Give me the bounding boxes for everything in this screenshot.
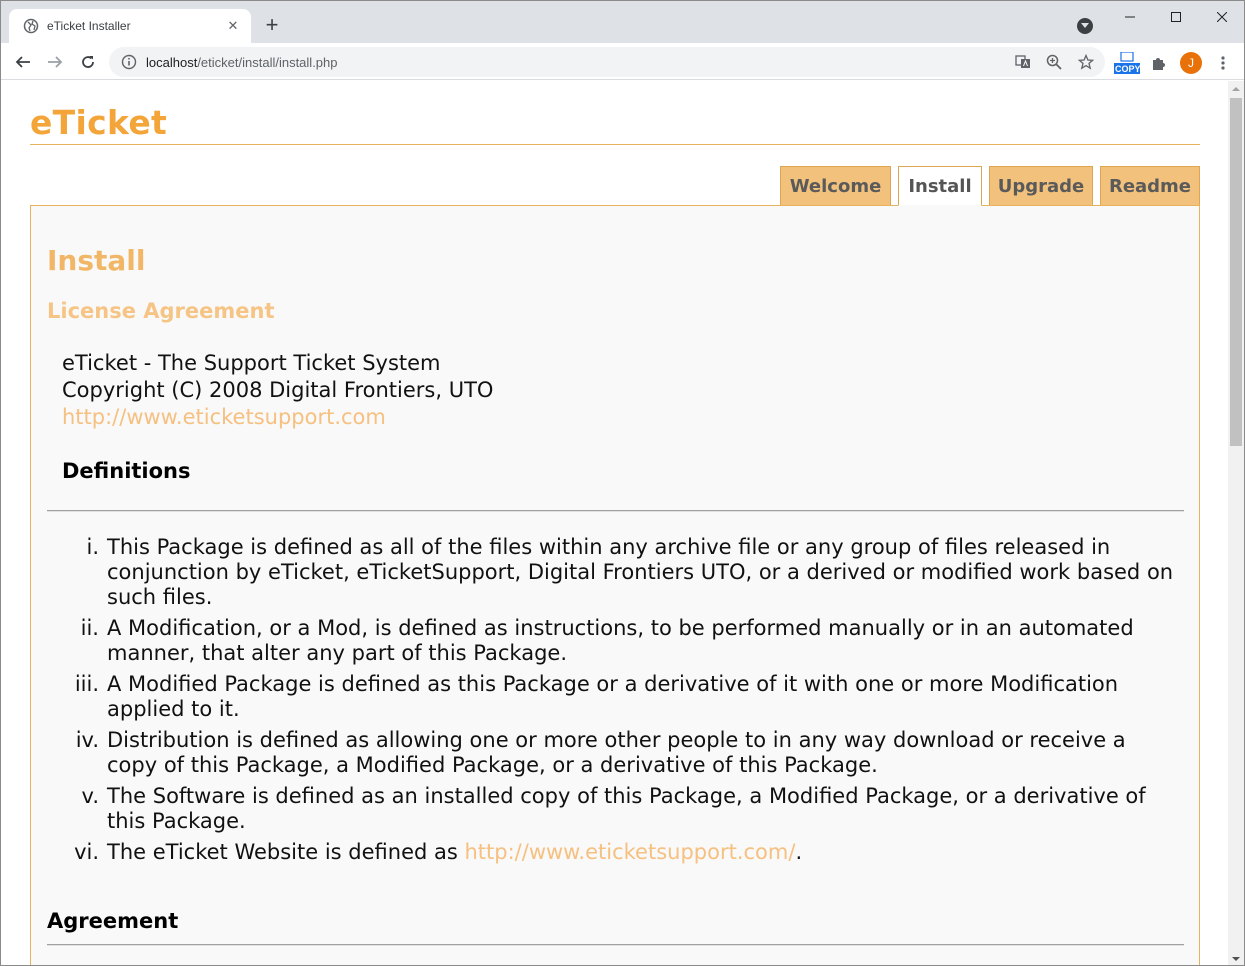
agreement-heading: Agreement [47, 909, 179, 933]
list-item-text-line: such files. [107, 585, 213, 609]
list-item-text-line: manner, that alter any part of this Pack… [107, 641, 567, 665]
tab-readme[interactable]: Readme [1100, 166, 1200, 206]
tab-upgrade[interactable]: Upgrade [989, 166, 1093, 206]
section-divider [47, 510, 1184, 512]
new-tab-button[interactable]: + [261, 14, 283, 37]
eticket-website-link[interactable]: http://www.eticketsupport.com/ [465, 840, 796, 864]
section-heading-license: License Agreement [47, 299, 275, 323]
list-item: i. This Package is defined as all of the… [86, 535, 1187, 610]
list-item-text-line: applied to it. [107, 697, 240, 721]
scroll-down-arrow-icon[interactable] [1228, 951, 1244, 965]
list-item-text-line: conjunction by eTicket, eTicketSupport, … [107, 560, 1174, 584]
profile-avatar[interactable]: J [1180, 52, 1202, 74]
title-bar: eTicket Installer ✕ + [1, 1, 1244, 43]
minimize-button[interactable] [1107, 1, 1153, 33]
list-item-text-line: A Modified Package is defined as this Pa… [107, 672, 1119, 696]
header-rule [30, 144, 1200, 145]
list-item-number: i. [86, 535, 99, 559]
url-host: localhost [146, 54, 198, 70]
url-path: /eticket/install/install.php [197, 54, 338, 70]
list-item-number: vi. [74, 840, 99, 864]
bookmark-star-icon[interactable] [1078, 54, 1094, 70]
list-item-text: The eTicket Website is defined as [107, 840, 465, 864]
address-bar[interactable]: localhost/eticket/install/install.php [109, 47, 1105, 77]
list-item-number: iv. [75, 728, 99, 752]
list-item: iii. A Modified Package is defined as th… [75, 672, 1187, 722]
list-item-text-line: The Software is defined as an installed … [107, 784, 1146, 808]
more-menu-icon[interactable] [1214, 52, 1232, 74]
scroll-up-arrow-icon[interactable] [1228, 81, 1244, 97]
site-logo[interactable]: eTicket [30, 103, 167, 142]
browser-toolbar: localhost/eticket/install/install.php CO… [1, 43, 1244, 80]
tab-search-icon[interactable] [1077, 18, 1093, 34]
browser-window: eTicket Installer ✕ + localhost/eticket/… [0, 0, 1245, 966]
copy-extension-icon[interactable]: COPY [1112, 52, 1142, 74]
list-item-text-line: This Package is defined as all of the fi… [107, 535, 1111, 559]
copy-extension-label: COPY [1115, 64, 1141, 74]
tab-close-icon[interactable]: ✕ [225, 18, 241, 34]
list-item-text-line: Distribution is defined as allowing one … [107, 728, 1126, 752]
list-item-text-line: A Modification, or a Mod, is defined as … [107, 616, 1134, 640]
content-panel: Install License Agreement eTicket - The … [30, 205, 1200, 965]
maximize-button[interactable] [1153, 1, 1199, 33]
globe-icon [23, 18, 39, 34]
page-title: Install [47, 244, 146, 277]
license-website-link[interactable]: http://www.eticketsupport.com [62, 405, 386, 429]
list-item: ii. A Modification, or a Mod, is defined… [81, 616, 1187, 666]
scrollbar-thumb[interactable] [1230, 98, 1242, 446]
list-item: vi. The eTicket Website is defined as ht… [74, 840, 1187, 865]
tab-install[interactable]: Install [898, 166, 982, 206]
extensions-puzzle-icon[interactable] [1150, 52, 1168, 74]
list-item-punctuation: . [795, 840, 803, 864]
forward-arrow-icon[interactable] [43, 50, 67, 74]
info-icon[interactable] [121, 54, 137, 70]
close-window-button[interactable] [1199, 1, 1244, 33]
vertical-scrollbar[interactable] [1228, 81, 1244, 965]
url-text[interactable]: localhost/eticket/install/install.php [146, 55, 338, 70]
reload-icon[interactable] [76, 50, 100, 74]
list-item-number: v. [81, 784, 99, 808]
translate-icon[interactable] [1015, 54, 1031, 70]
license-line-copyright: Copyright (C) 2008 Digital Frontiers, UT… [62, 378, 494, 402]
list-item-text-line: copy of this Package, a Modified Package… [107, 753, 878, 777]
section-divider [47, 944, 1184, 946]
definitions-heading: Definitions [62, 459, 191, 483]
browser-tab[interactable]: eTicket Installer ✕ [9, 9, 251, 43]
license-line-product: eTicket - The Support Ticket System [62, 351, 441, 375]
list-item: iv. Distribution is defined as allowing … [76, 728, 1187, 778]
list-item: v. The Software is defined as an install… [82, 784, 1187, 834]
tab-title: eTicket Installer [47, 19, 131, 33]
page-viewport: eTicket Welcome Install Upgrade Readme I… [1, 81, 1228, 965]
zoom-icon[interactable] [1046, 54, 1062, 70]
tab-welcome[interactable]: Welcome [780, 166, 891, 206]
list-item-text-line: this Package. [107, 809, 246, 833]
back-arrow-icon[interactable] [11, 50, 35, 74]
list-item-number: iii. [74, 672, 99, 696]
list-item-number: ii. [80, 616, 99, 640]
